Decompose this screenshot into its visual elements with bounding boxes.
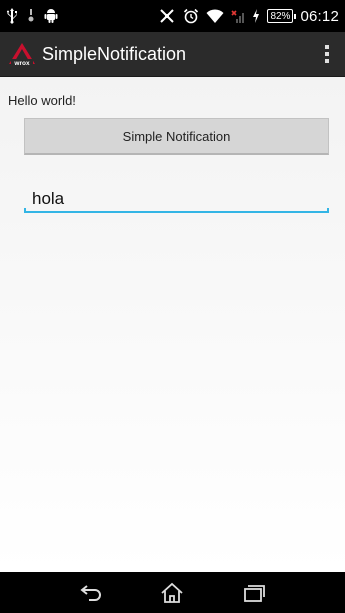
overflow-dot [325, 52, 329, 56]
text-input-value[interactable]: hola [32, 189, 64, 209]
hello-text: Hello world! [8, 93, 76, 108]
navigation-bar [0, 572, 345, 613]
main-content: Hello world! Simple Notification hola [0, 77, 345, 572]
android-icon [44, 8, 58, 24]
home-icon[interactable] [152, 577, 192, 609]
overflow-dot [325, 45, 329, 49]
text-field-underline [24, 211, 329, 213]
alarm-icon [183, 8, 199, 24]
text-input-field[interactable]: hola [24, 187, 329, 213]
wifi-icon [206, 8, 224, 24]
status-bar: 82% 06:12 [0, 0, 345, 32]
charging-icon [252, 8, 260, 24]
action-bar: wrox SimpleNotification [0, 32, 345, 77]
battery-percent: 82% [270, 10, 291, 22]
svg-text:wrox: wrox [13, 60, 30, 67]
battery-icon: 82% [267, 9, 297, 23]
status-clock: 06:12 [300, 7, 339, 25]
wrox-logo[interactable]: wrox [8, 40, 36, 68]
recents-icon[interactable] [234, 577, 274, 609]
notification-dot-icon [27, 8, 35, 24]
simple-notification-button[interactable]: Simple Notification [24, 118, 329, 155]
overflow-menu-icon[interactable] [309, 32, 345, 77]
usb-icon [6, 8, 18, 24]
status-left-icons [6, 8, 58, 24]
no-signal-icon [231, 8, 245, 24]
back-icon[interactable] [71, 577, 111, 609]
status-right-icons: 82% 06:12 [158, 8, 339, 25]
overflow-dot [325, 59, 329, 63]
nfc-off-icon [158, 8, 176, 24]
app-title: SimpleNotification [42, 43, 187, 64]
